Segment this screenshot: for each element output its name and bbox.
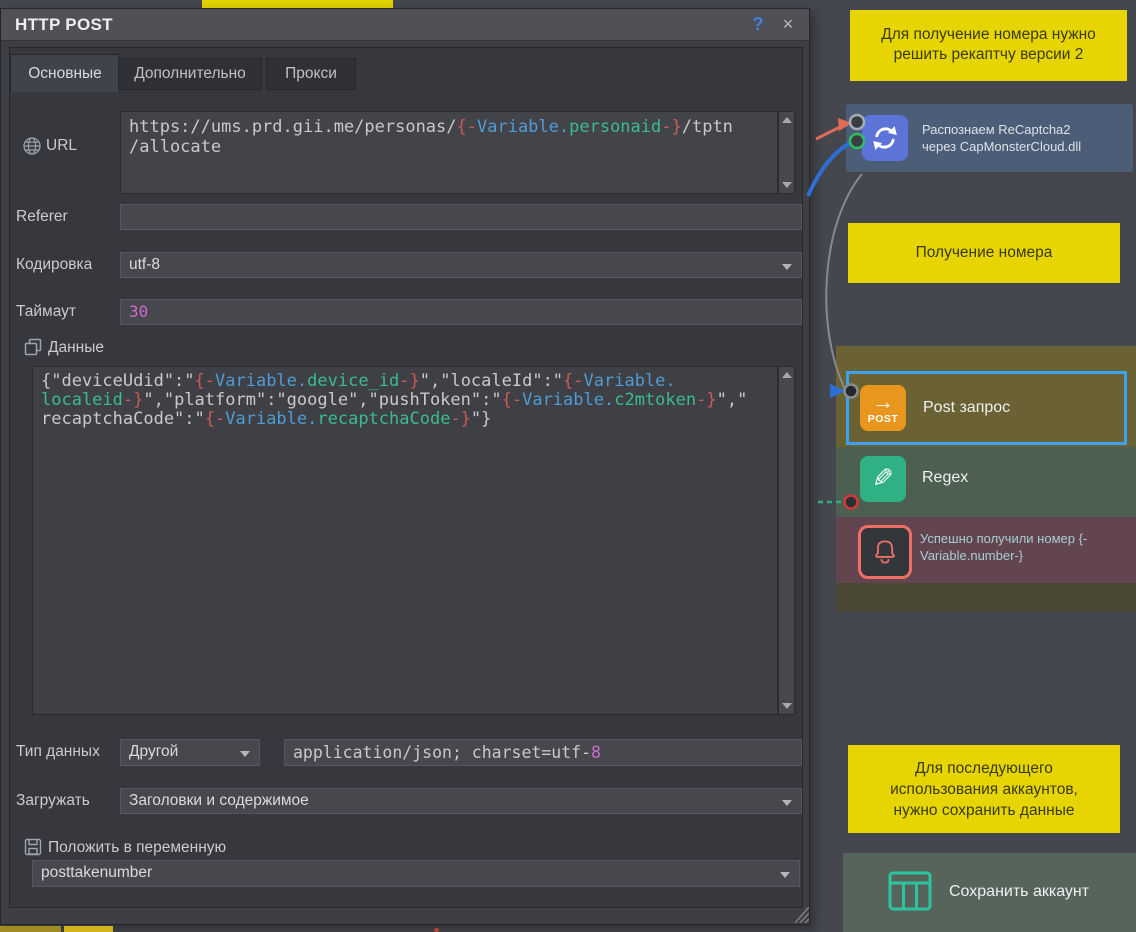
url-globe-icon [22, 136, 42, 156]
chevron-down-icon [782, 264, 792, 270]
note-save-accounts[interactable]: Для последующего использования аккаунтов… [848, 745, 1120, 833]
recaptcha-block[interactable]: Распознаем ReCaptcha2 через CapMonsterCl… [846, 104, 1133, 172]
timeout-label: Таймаут [16, 299, 76, 325]
notification-block[interactable]: Успешно получили номер {- Variable.numbe… [848, 518, 1127, 582]
note-line: решить рекаптчу версии 2 [850, 45, 1127, 65]
note-line: Для получение номера нужно [850, 25, 1127, 45]
data-type-value: Другой [129, 743, 178, 760]
tab-proksi[interactable]: Прокси [266, 58, 356, 90]
load-label: Загружать [16, 788, 90, 814]
triangle-down-icon [782, 182, 792, 188]
data-scrollbar[interactable] [778, 366, 795, 715]
triangle-up-icon [782, 117, 792, 123]
content-type-input[interactable]: application/json; charset=utf-8 [284, 739, 802, 766]
scroll-up-button[interactable] [779, 367, 794, 383]
notification-label: Успешно получили номер {- Variable.numbe… [920, 530, 1087, 564]
tab-dopolnitelno[interactable]: Дополнительно [118, 58, 262, 90]
save-var-label: Положить в переменную [48, 835, 226, 861]
post-icon: → POST [860, 385, 906, 431]
note-line: Получение номера [916, 243, 1053, 263]
occluded-note-bottom-left2 [64, 926, 113, 932]
save-account-block[interactable]: Сохранить аккаунт [843, 853, 1136, 932]
referer-input[interactable] [120, 204, 802, 230]
post-icon-text: POST [868, 413, 899, 426]
encoding-label: Кодировка [16, 252, 92, 278]
url-label: URL [46, 133, 77, 159]
scroll-up-button[interactable] [779, 112, 794, 128]
scroll-down-button[interactable] [779, 177, 794, 193]
table-grid-icon [886, 867, 934, 915]
triangle-down-icon [782, 703, 792, 709]
timeout-input[interactable]: 30 [120, 299, 802, 325]
recaptcha-block-label: Распознаем ReCaptcha2 через CapMonsterCl… [922, 121, 1081, 155]
bell-icon [858, 525, 912, 579]
regex-block-label: Regex [922, 469, 968, 487]
post-request-block[interactable]: → POST Post запрос [846, 371, 1127, 445]
data-label: Данные [48, 335, 104, 361]
group-region-olive-bottom [836, 583, 1136, 612]
save-account-label: Сохранить аккаунт [949, 883, 1089, 901]
data-type-label: Тип данных [16, 739, 100, 765]
close-button[interactable]: × [775, 9, 801, 41]
regex-block[interactable]: ✎ Regex [848, 452, 1125, 510]
url-scrollbar[interactable] [778, 111, 795, 194]
recaptcha-refresh-icon [862, 115, 908, 161]
url-textarea[interactable]: https://ums.prd.gii.me/personas/{-Variab… [120, 111, 778, 194]
pencil-icon: ✎ [860, 456, 906, 502]
floppy-disk-icon [24, 838, 42, 856]
post-block-label: Post запрос [923, 399, 1010, 417]
post-icon-arrow: → [872, 391, 894, 413]
tab-osnovnye[interactable]: Основные [10, 54, 120, 92]
note-recaptcha-comment[interactable]: Для получение номера нужно решить рекапт… [850, 10, 1127, 81]
save-var-select[interactable]: posttakenumber [32, 860, 800, 887]
app-canvas: HTTP POST ? × Основные Дополнительно Про… [0, 0, 1136, 932]
referer-label: Referer [16, 204, 68, 230]
occluded-note-bottom-left [0, 926, 61, 932]
dialog-title: HTTP POST [1, 9, 113, 41]
data-copy-icon [24, 338, 42, 356]
note-get-number[interactable]: Получение номера [848, 223, 1120, 283]
note-line: нужно сохранить данные [848, 800, 1120, 821]
note-line: использования аккаунтов, [848, 779, 1120, 800]
help-button[interactable]: ? [745, 9, 771, 41]
scroll-down-button[interactable] [779, 698, 794, 714]
occluded-note-top[interactable] [202, 0, 393, 8]
encoding-value: utf-8 [129, 256, 160, 273]
encoding-select[interactable]: utf-8 [120, 252, 802, 278]
dialog-panel: Основные Дополнительно Прокси URL https:… [9, 47, 803, 908]
data-type-select[interactable]: Другой [120, 739, 260, 766]
note-line: Для последующего [848, 758, 1120, 779]
chevron-down-icon [782, 800, 792, 806]
triangle-up-icon [782, 372, 792, 378]
chevron-down-icon [780, 872, 790, 878]
load-select[interactable]: Заголовки и содержимое [120, 788, 802, 814]
data-textarea[interactable]: {"deviceUdid":"{-Variable.device_id-}","… [32, 366, 778, 715]
occluded-port-dot [434, 928, 439, 932]
load-value: Заголовки и содержимое [129, 792, 309, 809]
resize-grip[interactable] [789, 905, 809, 923]
save-var-value: posttakenumber [41, 864, 152, 881]
http-post-dialog: HTTP POST ? × Основные Дополнительно Про… [0, 8, 810, 925]
dialog-titlebar[interactable]: HTTP POST ? × [1, 9, 809, 41]
chevron-down-icon [240, 751, 250, 757]
